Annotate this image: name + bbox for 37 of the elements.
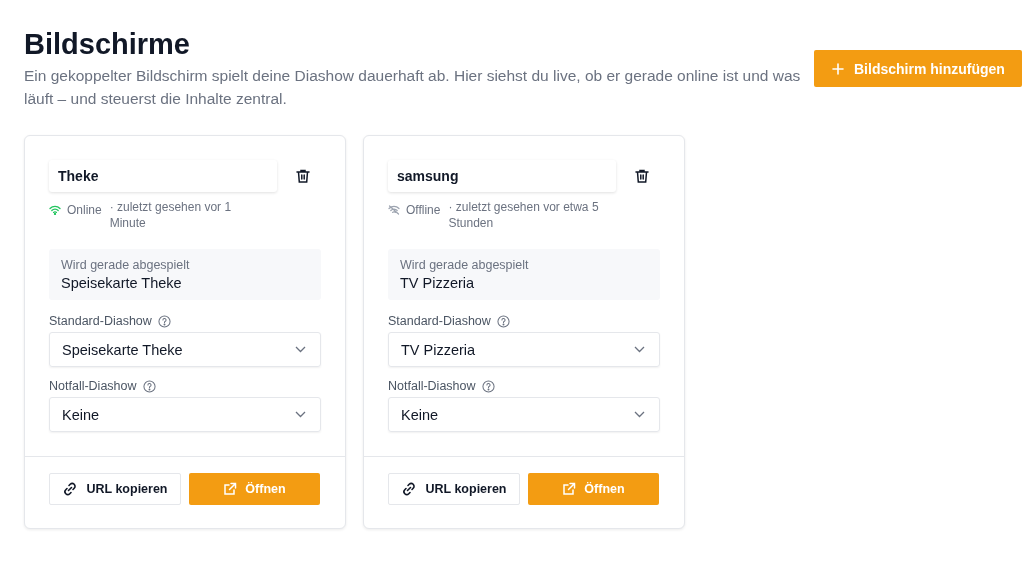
external-link-icon: [562, 482, 577, 496]
last-seen-text: · zuletzt gesehen vor 1 Minute: [109, 199, 233, 231]
chevron-down-icon: [634, 346, 645, 353]
name-field[interactable]: Theke: [49, 160, 277, 192]
page-title: Bildschirme: [24, 27, 191, 62]
field-label: Standard-Diashow: [49, 314, 152, 328]
now-playing-value: Speisekarte Theke: [61, 275, 183, 291]
help-icon[interactable]: [157, 314, 171, 328]
chevron-down-icon: [634, 411, 645, 418]
chevron-down-icon: [295, 346, 306, 353]
link-icon: [401, 481, 418, 497]
external-link-icon: [223, 482, 238, 496]
copy-url-button[interactable]: URL kopieren: [49, 473, 181, 505]
last-seen-text: · zuletzt gesehen vor etwa 5 Stunden: [448, 199, 600, 231]
plus-icon: [832, 62, 844, 75]
status-text: Offline: [406, 203, 441, 217]
help-icon[interactable]: [142, 379, 156, 393]
help-icon[interactable]: [481, 379, 495, 393]
field-label: Notfall-Diashow: [388, 379, 476, 393]
field-label: Standard-Diashow: [388, 314, 491, 328]
dropdown[interactable]: Keine: [49, 397, 321, 432]
link-icon: [62, 481, 79, 497]
trash-icon[interactable]: [634, 168, 650, 184]
copy-url-button[interactable]: URL kopieren: [388, 473, 520, 505]
now-playing-label: Wird gerade abgespielt: [400, 258, 530, 272]
dropdown[interactable]: Speisekarte Theke: [49, 332, 321, 367]
help-icon[interactable]: [496, 314, 510, 328]
trash-icon[interactable]: [295, 168, 311, 184]
field-label: Notfall-Diashow: [49, 379, 137, 393]
now-playing-label: Wird gerade abgespielt: [61, 258, 191, 272]
chevron-down-icon: [295, 411, 306, 418]
page-description: Ein gekoppelter Bildschirm spielt deine Diashow dauerhaft ab. Hier siehst du live, ob er gerade online ist und was läuft – und steuerst die Inhalte zentral.: [24, 66, 802, 109]
dropdown[interactable]: TV Pizzeria: [388, 332, 660, 367]
now-playing-value: TV Pizzeria: [400, 275, 476, 291]
status-text: Online: [67, 203, 102, 217]
name-field[interactable]: samsung: [388, 160, 616, 192]
dropdown[interactable]: Keine: [388, 397, 660, 432]
